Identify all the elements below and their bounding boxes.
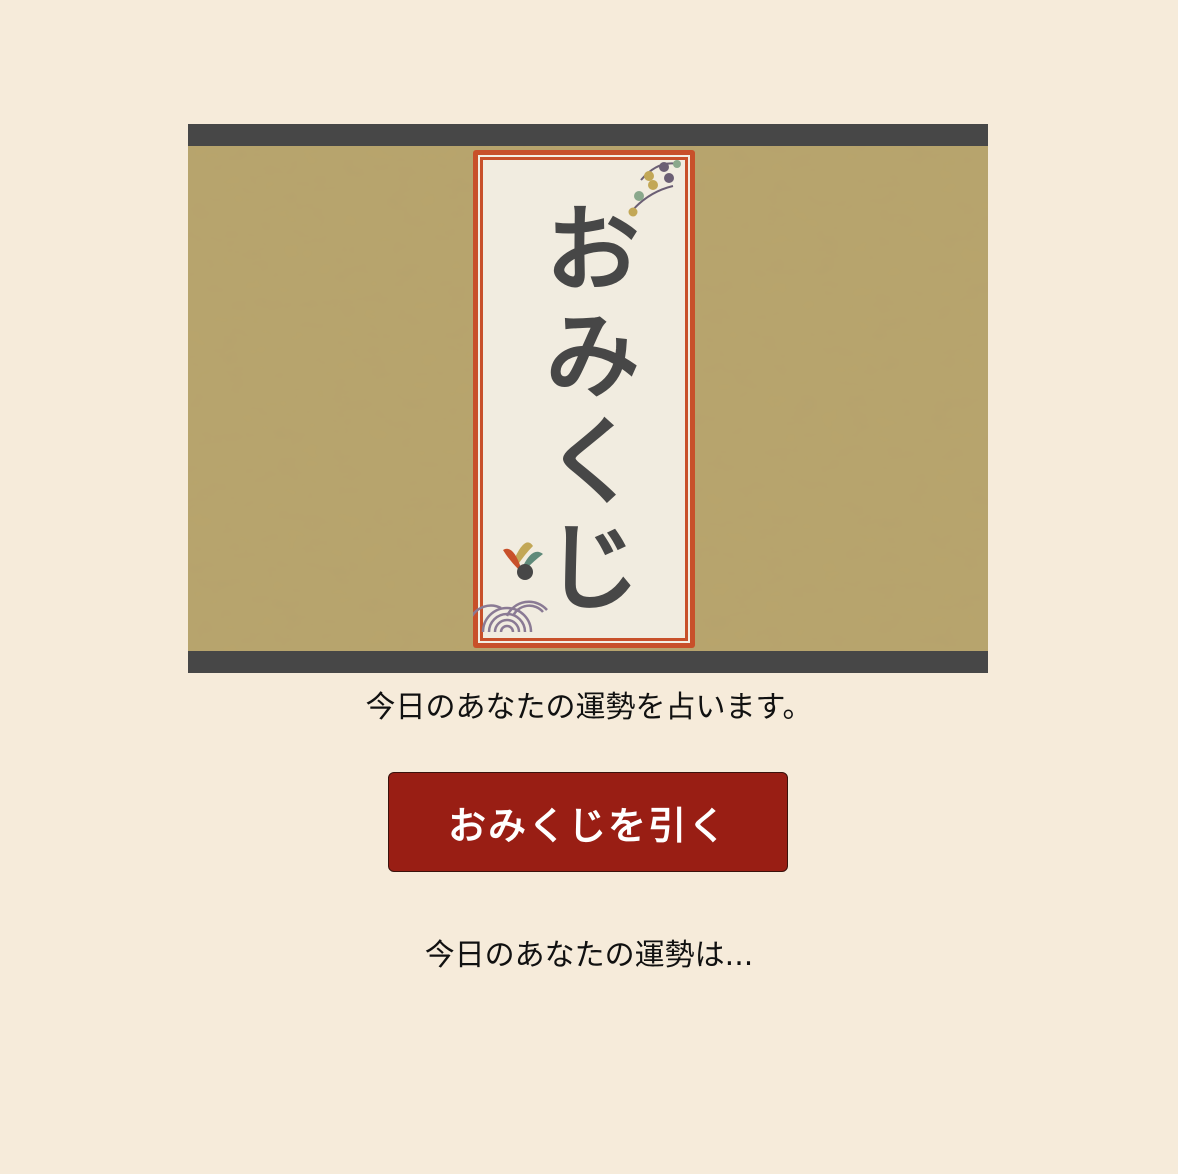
draw-omikuji-button[interactable]: おみくじを引く	[388, 772, 788, 872]
banner-bottom-strip	[188, 651, 988, 673]
fortune-result-text: 今日のあなたの運勢は...	[424, 938, 754, 973]
banner-top-strip	[188, 124, 988, 146]
page: おみくじ 今日のあなたの運勢を占います。 おみくじを引く 今日のあなたの運勢は.…	[0, 0, 1178, 1174]
omikuji-card: おみくじ	[473, 150, 695, 648]
omikuji-title: おみくじ	[528, 199, 640, 623]
description-text: 今日のあなたの運勢を占います。	[365, 690, 813, 725]
omikuji-banner-image: おみくじ	[188, 124, 988, 673]
